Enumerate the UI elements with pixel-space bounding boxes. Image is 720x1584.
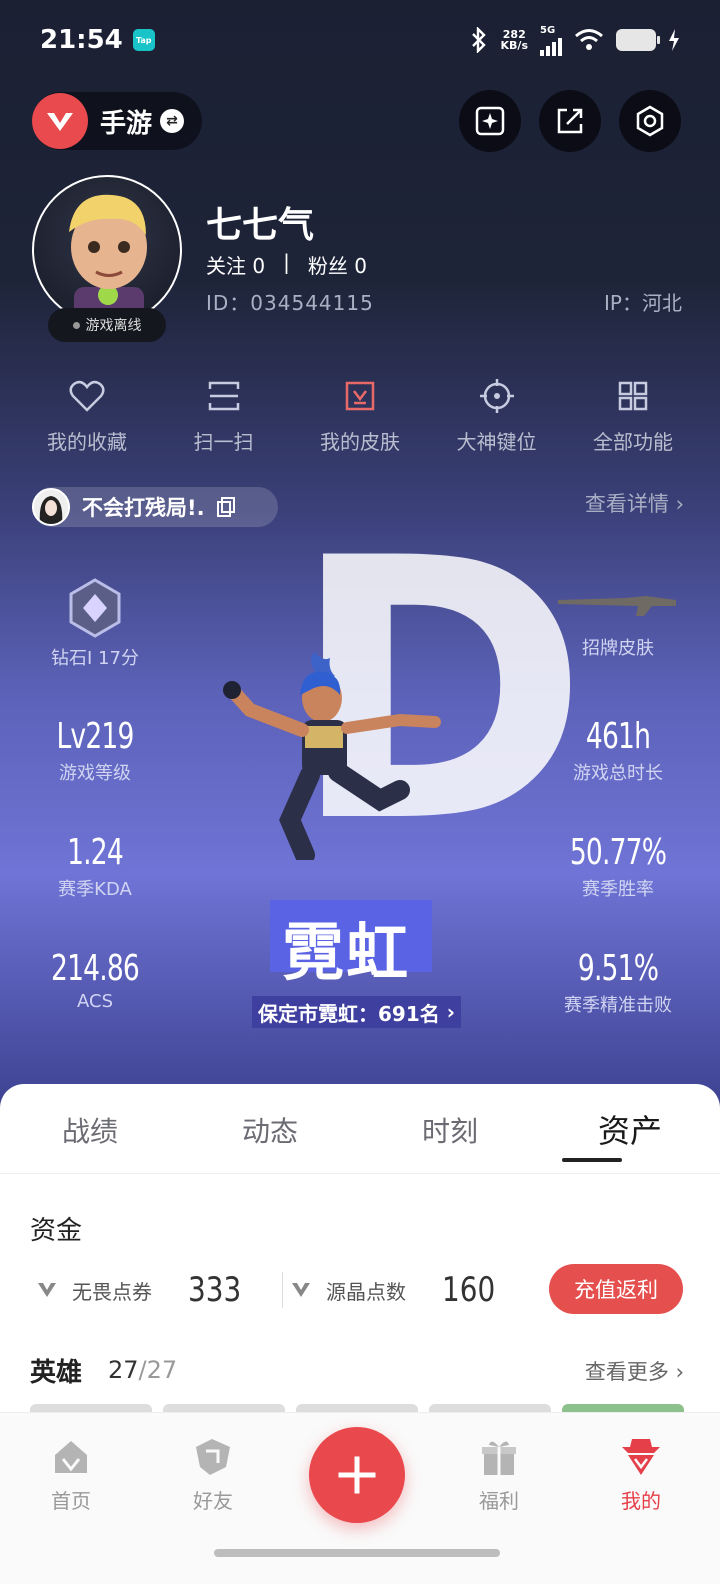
funds-title: 资金 — [30, 1216, 83, 1246]
fund-vp: 无畏点券 333 — [36, 1270, 253, 1310]
create-post-button[interactable] — [309, 1427, 405, 1523]
profile-icon — [622, 1439, 660, 1475]
nav-friends[interactable]: 好友 — [158, 1437, 268, 1514]
tab-bar: 战绩 动态 时刻 资产 — [0, 1084, 720, 1174]
share-button[interactable] — [539, 90, 601, 152]
tab-moments[interactable]: 时刻 — [360, 1084, 540, 1173]
radianite-currency-icon — [292, 1283, 310, 1297]
active-tab-indicator — [562, 1158, 622, 1162]
quick-actions: 我的收藏 扫一扫 我的皮肤 大神键位 全部功能 — [20, 376, 700, 455]
profile-hero: 21:54 Tap 282 KB/s 5G 手游 ⇄ 游戏离线 七七气 关注 0… — [0, 0, 720, 1120]
ip-location: IP：河北 — [604, 291, 682, 315]
quick-item-pro-keybinds[interactable]: 大神键位 — [430, 376, 564, 455]
follow-stats: 关注 0 | 粉丝 0 — [206, 250, 367, 279]
vp-currency-icon — [38, 1283, 56, 1297]
fans[interactable]: 粉丝 0 — [308, 250, 367, 279]
stat-rank[interactable]: 钻石I 17分 — [10, 578, 180, 670]
stat-skin[interactable]: 招牌皮肤 — [533, 590, 703, 660]
plus-icon — [338, 1456, 376, 1494]
team-name: 不会打残局!. — [82, 496, 205, 520]
user-id: ID：034544115 — [206, 291, 374, 315]
tab-records[interactable]: 战绩 — [0, 1084, 180, 1173]
topup-button[interactable]: 充值返利 — [549, 1264, 683, 1314]
nickname: 七七气 — [206, 205, 315, 246]
share-icon — [557, 108, 583, 134]
gear-icon — [636, 105, 664, 137]
agent-name: 霓虹 — [282, 916, 411, 989]
scan-icon — [208, 381, 239, 411]
nav-profile[interactable]: 我的 — [586, 1437, 696, 1514]
game-name: 手游 — [100, 108, 153, 139]
heroes-title: 英雄 — [30, 1358, 83, 1388]
grid-icon — [618, 381, 648, 411]
nav-home[interactable]: 首页 — [16, 1437, 126, 1514]
avatar[interactable] — [32, 175, 182, 325]
agent-name-box: 霓虹 — [270, 900, 432, 989]
quick-item-scan[interactable]: 扫一扫 — [157, 376, 291, 455]
following[interactable]: 关注 0 — [206, 250, 265, 279]
valorant-logo-icon — [32, 93, 88, 149]
quick-item-skins[interactable]: 我的皮肤 — [293, 376, 427, 455]
stat-acs: 214.86 ACS — [51, 948, 140, 1012]
stat-winrate: 50.77% 赛季胜率 — [569, 832, 667, 900]
diamond-rank-icon — [69, 578, 121, 638]
status-time: 21:54 — [40, 25, 123, 55]
tab-activity[interactable]: 动态 — [180, 1084, 360, 1173]
fund-divider — [282, 1272, 283, 1308]
net-speed: 282 KB/s — [500, 28, 528, 52]
stat-level: Lv219 游戏等级 — [56, 716, 134, 784]
stat-headshot: 9.51% 赛季精准击败 — [564, 948, 672, 1016]
home-icon — [55, 1441, 87, 1473]
heart-icon — [69, 380, 105, 412]
fund-radianite: 源晶点数 160 — [290, 1270, 507, 1310]
stat-kda: 1.24 赛季KDA — [58, 832, 132, 900]
stat-playtime: 461h 游戏总时长 — [573, 716, 663, 784]
bluetooth-icon — [471, 27, 486, 53]
view-details-link[interactable]: 查看详情 › — [585, 488, 684, 518]
quick-item-favorites[interactable]: 我的收藏 — [20, 376, 154, 455]
edit-card-button[interactable] — [459, 90, 521, 152]
gift-icon — [482, 1441, 516, 1475]
tap-app-icon: Tap — [132, 29, 155, 51]
team-avatar — [32, 488, 70, 526]
view-more-link[interactable]: 查看更多 › — [585, 1356, 684, 1386]
crosshair-icon — [479, 379, 514, 413]
heroes-count: 27/27 — [108, 1356, 178, 1384]
team-tag[interactable]: 不会打残局!. — [32, 487, 278, 527]
switch-icon: ⇄ — [160, 109, 185, 133]
weapon-skin-icon — [558, 596, 676, 616]
regional-rank-link[interactable]: 保定市霓虹：691名 › — [252, 996, 461, 1028]
agent-portrait — [223, 652, 441, 860]
follow-separator: | — [283, 250, 290, 274]
avatar-image — [69, 194, 147, 323]
status-bar: 21:54 Tap 282 KB/s 5G — [40, 22, 680, 58]
home-indicator — [214, 1549, 500, 1557]
quick-item-all-features[interactable]: 全部功能 — [566, 376, 700, 455]
skin-icon — [345, 381, 375, 411]
settings-button[interactable] — [619, 90, 681, 152]
copy-icon[interactable] — [215, 496, 237, 518]
battery-icon — [616, 29, 660, 51]
signal-icon: 5G — [540, 25, 562, 56]
sparkle-card-icon — [475, 106, 505, 136]
bottom-nav: 首页 好友 福利 我的 — [0, 1412, 720, 1584]
online-status-badge: 游戏离线 — [48, 308, 166, 342]
wifi-icon — [575, 29, 603, 50]
nav-rewards[interactable]: 福利 — [444, 1437, 554, 1514]
friends-icon — [196, 1439, 230, 1475]
game-switcher[interactable]: 手游 ⇄ — [32, 92, 202, 150]
charging-icon — [669, 29, 679, 51]
